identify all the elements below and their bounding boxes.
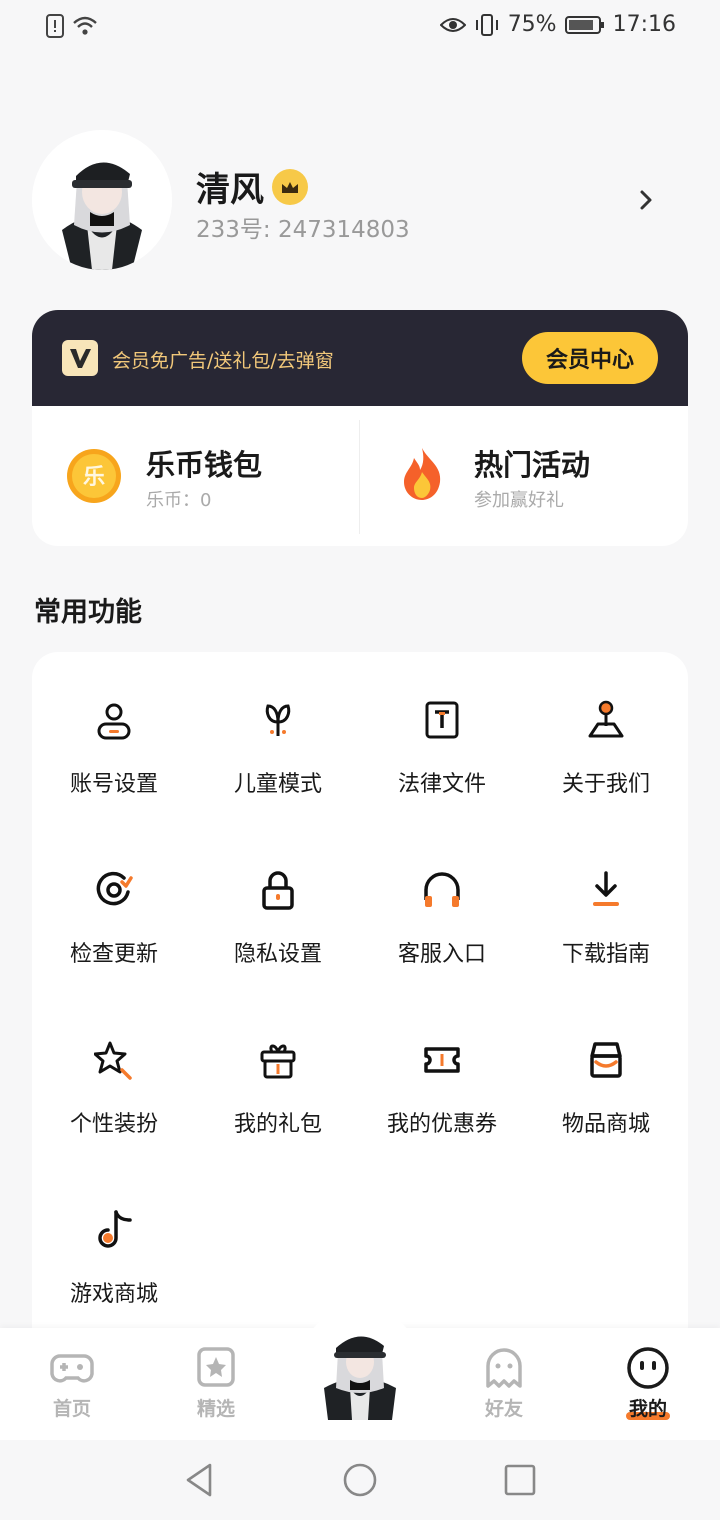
function-label: 客服入口 xyxy=(397,942,486,967)
coin-glyph: 乐 xyxy=(83,465,105,490)
featured-star-icon xyxy=(197,1347,235,1387)
wallet-title: 乐币钱包 xyxy=(146,448,263,482)
document-icon xyxy=(425,701,459,739)
function-label: 物品商城 xyxy=(561,1112,650,1137)
nav-mine-label: 我的 xyxy=(628,1398,667,1420)
nav-friends[interactable]: 好友 xyxy=(454,1346,554,1426)
function-label: 游戏商城 xyxy=(69,1282,158,1307)
function-grid: 账号设置 儿童模式 法律文件 关于我们 检查更新 隐私设置 客服入口 下载指南 … xyxy=(32,652,688,1372)
function-item-store[interactable]: 物品商城 xyxy=(524,1040,688,1190)
chevron-right-icon[interactable] xyxy=(632,186,660,214)
refresh-icon xyxy=(96,871,133,906)
function-my-gifts[interactable]: 我的礼包 xyxy=(196,1040,360,1190)
headset-icon xyxy=(424,872,460,907)
music-note-icon xyxy=(98,1210,132,1248)
function-label: 个性装扮 xyxy=(69,1112,158,1137)
back-icon[interactable] xyxy=(182,1462,218,1498)
membership-card: 会员免广告/送礼包/去弹窗 会员中心 乐 乐币钱包 乐币：0 热门活动 参加赢好… xyxy=(32,310,688,546)
function-account-settings[interactable]: 账号设置 xyxy=(32,700,196,850)
function-label: 下载指南 xyxy=(561,942,650,967)
function-label: 我的礼包 xyxy=(233,1112,322,1137)
avatar[interactable] xyxy=(32,130,172,270)
nav-home[interactable]: 首页 xyxy=(22,1346,122,1426)
ghost-icon xyxy=(486,1348,522,1388)
vip-slogan: 会员免广告/送礼包/去弹窗 xyxy=(112,350,334,372)
account-icon xyxy=(97,703,131,740)
wifi-icon xyxy=(73,16,97,35)
vip-banner[interactable]: 会员免广告/送礼包/去弹窗 会员中心 xyxy=(32,310,688,406)
nav-friends-label: 好友 xyxy=(484,1398,523,1420)
crown-icon xyxy=(272,168,308,205)
function-label: 我的优惠券 xyxy=(386,1112,497,1137)
status-bar: 75% 17:16 xyxy=(0,0,720,56)
gift-icon xyxy=(260,1044,296,1079)
coin-icon: 乐 xyxy=(67,449,121,503)
wallet-balance: 乐币：0 xyxy=(146,490,212,511)
nav-mine[interactable]: 我的 xyxy=(598,1346,698,1426)
hot-activity-sub: 参加赢好礼 xyxy=(474,490,564,511)
battery-icon xyxy=(564,15,604,34)
function-check-update[interactable]: 检查更新 xyxy=(32,870,196,1020)
location-pin-icon xyxy=(588,700,624,738)
function-label: 隐私设置 xyxy=(233,942,322,967)
battery-percent: 75% xyxy=(507,12,557,37)
clock: 17:16 xyxy=(612,12,676,37)
sim-alert-icon xyxy=(46,14,64,38)
store-icon xyxy=(590,1042,622,1078)
function-privacy-settings[interactable]: 隐私设置 xyxy=(196,870,360,1020)
card-divider xyxy=(359,420,360,534)
function-customer-service[interactable]: 客服入口 xyxy=(360,870,524,1020)
eye-icon xyxy=(439,17,466,32)
avatar-illustration-small xyxy=(324,1336,396,1420)
gamepad-icon xyxy=(50,1354,94,1383)
function-kids-mode[interactable]: 儿童模式 xyxy=(196,700,360,850)
recents-icon[interactable] xyxy=(502,1462,538,1498)
function-label: 法律文件 xyxy=(397,772,486,797)
function-about-us[interactable]: 关于我们 xyxy=(524,700,688,850)
function-personalize[interactable]: 个性装扮 xyxy=(32,1040,196,1190)
function-label: 儿童模式 xyxy=(233,772,322,797)
hot-activity-title: 热门活动 xyxy=(474,448,591,482)
function-label: 关于我们 xyxy=(561,772,650,797)
vibrate-icon xyxy=(475,13,498,36)
function-legal-docs[interactable]: 法律文件 xyxy=(360,700,524,850)
user-id: 233号: 247314803 xyxy=(196,217,410,243)
lock-icon xyxy=(262,871,294,910)
download-icon xyxy=(593,871,619,906)
system-nav-bar xyxy=(0,1440,720,1520)
nav-featured[interactable]: 精选 xyxy=(166,1346,266,1426)
function-my-coupons[interactable]: 我的优惠券 xyxy=(360,1040,524,1190)
function-download-guide[interactable]: 下载指南 xyxy=(524,870,688,1020)
avatar-illustration xyxy=(32,130,172,270)
fire-icon xyxy=(404,448,441,500)
home-icon[interactable] xyxy=(342,1462,378,1498)
magic-star-icon xyxy=(94,1041,132,1080)
username: 清风 xyxy=(196,170,264,210)
vip-logo-icon xyxy=(62,340,98,376)
center-avatar-button[interactable] xyxy=(318,1324,402,1420)
function-label: 账号设置 xyxy=(69,772,158,797)
function-label: 检查更新 xyxy=(69,942,158,967)
section-title: 常用功能 xyxy=(34,597,142,628)
ticket-icon xyxy=(424,1047,460,1073)
smiley-face-icon xyxy=(627,1347,669,1389)
nav-featured-label: 精选 xyxy=(196,1398,235,1420)
vip-center-button[interactable]: 会员中心 xyxy=(522,332,658,384)
nav-home-label: 首页 xyxy=(52,1398,91,1420)
sprout-icon xyxy=(265,704,291,736)
